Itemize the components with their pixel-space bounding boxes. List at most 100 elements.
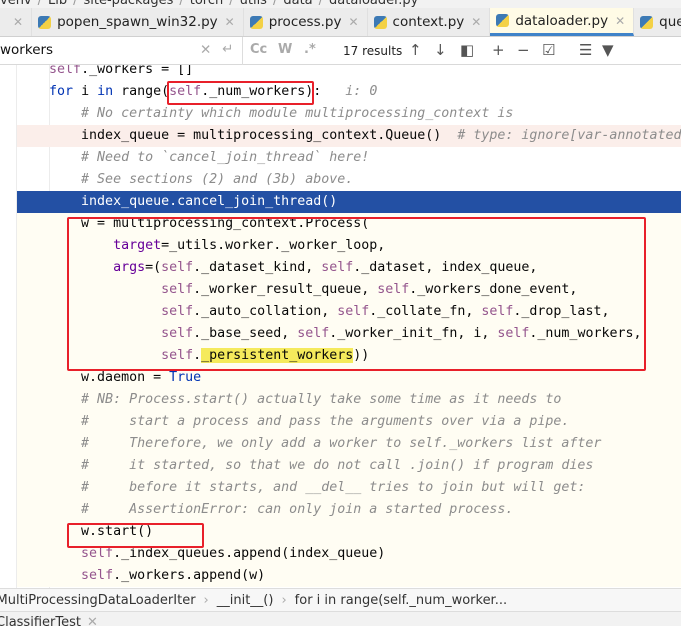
tab-process-py[interactable]: process.py ✕ xyxy=(244,8,368,36)
tab-overflow[interactable]: ✕ xyxy=(0,8,33,36)
python-file-icon xyxy=(38,15,52,29)
annotation-box-process-creation xyxy=(67,217,646,371)
run-tab-bar: ClassifierTest ✕ xyxy=(0,612,681,626)
find-bar: workers ✕ ↵ Cc W .* 17 results ↑ ↓ ◧ + −… xyxy=(0,37,681,65)
code-token: self xyxy=(81,568,114,583)
search-query: workers xyxy=(0,42,54,58)
new-line-icon[interactable]: ↵ xyxy=(222,41,233,57)
show-in-find-window-icon[interactable]: ◧ xyxy=(460,41,474,59)
tab-label: popen_spawn_win32.py xyxy=(57,14,218,30)
python-file-icon xyxy=(249,15,263,29)
code-line[interactable]: # start a process and pass the arguments… xyxy=(17,411,681,433)
code-line[interactable]: # it started, so that we do not call .jo… xyxy=(17,455,681,477)
run-tab[interactable]: ClassifierTest xyxy=(0,615,81,626)
close-icon[interactable]: ✕ xyxy=(87,615,98,626)
breadcrumb-item[interactable]: site-packages xyxy=(84,0,174,8)
code-line[interactable]: for i in range(self._num_workers): i: 0 xyxy=(17,81,681,103)
search-input[interactable]: workers ✕ ↵ xyxy=(0,37,243,65)
tab-popen_spawn_win32-py[interactable]: popen_spawn_win32.py ✕ xyxy=(32,8,244,36)
tab-label: queues.py xyxy=(659,14,681,30)
code-token: ._workers = [] xyxy=(81,65,194,77)
structure-item[interactable]: __init__() xyxy=(217,593,274,608)
structure-item[interactable]: _MultiProcessingDataLoaderIter xyxy=(0,593,196,608)
tab-label: context.py xyxy=(392,14,465,30)
separator: / xyxy=(272,0,278,8)
previous-occurrence-icon[interactable]: ↑ xyxy=(409,41,422,59)
inlay-hint: i: 0 xyxy=(321,84,378,99)
tab-label: process.py xyxy=(268,14,342,30)
filter-options-icon[interactable]: ☰ xyxy=(579,41,592,59)
code-line[interactable]: # No certainty which module multiprocess… xyxy=(17,103,681,125)
code-token: # No certainty which module multiprocess… xyxy=(17,106,514,121)
breadcrumb-item[interactable]: dataloader.py xyxy=(329,0,418,8)
add-selection-icon[interactable]: + xyxy=(492,41,505,59)
code-token: w.daemon = xyxy=(17,370,170,385)
annotation-box-start xyxy=(67,523,204,548)
breadcrumb-item[interactable]: data xyxy=(283,0,312,8)
code-token: self xyxy=(81,546,114,561)
path-breadcrumb: venv / Lib / site-packages / torch / utils / data /… xyxy=(0,0,681,8)
code-token: True xyxy=(169,370,202,385)
code-token: # type: ignore[var-annotated] xyxy=(457,128,681,143)
breadcrumb-item[interactable]: utils xyxy=(240,0,267,8)
separator: / xyxy=(229,0,234,8)
tab-label: dataloader.py xyxy=(515,12,609,29)
close-icon[interactable]: ✕ xyxy=(615,14,625,28)
separator: / xyxy=(37,0,43,8)
words-toggle[interactable]: W xyxy=(278,42,292,57)
code-line[interactable]: self._workers.append(w) xyxy=(17,565,681,587)
code-line[interactable]: self._workers = [] xyxy=(17,65,681,81)
results-count: 17 results xyxy=(343,44,403,58)
filter-icon[interactable]: ▼ xyxy=(602,41,614,59)
code-token: self xyxy=(49,65,82,77)
code-line[interactable]: # Need to `cancel_join_thread` here! xyxy=(17,147,681,169)
code-token: # before it starts, and __del__ tries to… xyxy=(17,480,586,495)
structure-breadcrumb: _MultiProcessingDataLoaderIter › __init__(… xyxy=(0,588,681,612)
gutter[interactable] xyxy=(0,65,17,588)
remove-selection-icon[interactable]: − xyxy=(517,41,530,59)
code-token: # AssertionError: can only join a starte… xyxy=(17,502,514,517)
match-case-toggle[interactable]: Cc xyxy=(250,42,267,57)
structure-item[interactable]: for i in range(self._num_worker... xyxy=(295,593,507,608)
chevron-right-icon: › xyxy=(203,593,209,608)
close-icon[interactable]: ✕ xyxy=(225,15,235,29)
clear-icon[interactable]: ✕ xyxy=(200,42,211,58)
code-token: index_queue.cancel_join_thread() xyxy=(17,194,338,209)
next-occurrence-icon[interactable]: ↓ xyxy=(434,41,447,59)
code-line[interactable]: # before it starts, and __del__ tries to… xyxy=(17,477,681,499)
code-token: ._index_queues.append(index_queue) xyxy=(113,546,386,561)
annotation-box-num-workers xyxy=(167,81,314,105)
regex-toggle[interactable]: .* xyxy=(304,42,316,57)
code-line[interactable]: index_queue.cancel_join_thread() xyxy=(17,191,681,213)
chevron-right-icon: › xyxy=(281,593,287,608)
code-token: # NB: Process.start() actually take some… xyxy=(17,392,562,407)
code-line[interactable]: index_queue = multiprocessing_context.Qu… xyxy=(17,125,681,147)
breadcrumb-item[interactable]: Lib xyxy=(48,0,67,8)
code-token: # it started, so that we do not call .jo… xyxy=(17,458,594,473)
code-line[interactable]: # See sections (2) and (3b) above. xyxy=(17,169,681,191)
editor-tabs: ✕ popen_spawn_win32.py ✕ process.py ✕ contex… xyxy=(0,8,681,37)
tab-queues-py[interactable]: queues.py✕ xyxy=(634,8,681,36)
code-line[interactable]: # AssertionError: can only join a starte… xyxy=(17,499,681,521)
code-token: i xyxy=(73,84,98,99)
close-icon[interactable]: ✕ xyxy=(13,15,23,29)
select-all-occurrences-icon[interactable]: ☑ xyxy=(542,41,555,59)
tab-context-py[interactable]: context.py ✕ xyxy=(368,8,491,36)
separator: / xyxy=(73,0,78,8)
tab-dataloader-py[interactable]: dataloader.py ✕ xyxy=(490,8,635,36)
code-line[interactable]: # Therefore, we only add a worker to sel… xyxy=(17,433,681,455)
code-token: # See sections (2) and (3b) above. xyxy=(17,172,354,187)
code-token: index_queue = multiprocessing_context.Qu… xyxy=(17,128,458,143)
code-line[interactable]: # NB: Process.start() actually take some… xyxy=(17,389,681,411)
breadcrumb-item[interactable]: torch xyxy=(190,0,224,8)
breadcrumb-item[interactable]: venv xyxy=(0,0,32,8)
python-file-icon xyxy=(640,15,654,29)
close-icon[interactable]: ✕ xyxy=(348,15,358,29)
code-token: for xyxy=(49,84,74,99)
separator: / xyxy=(318,0,324,8)
close-icon[interactable]: ✕ xyxy=(471,15,481,29)
